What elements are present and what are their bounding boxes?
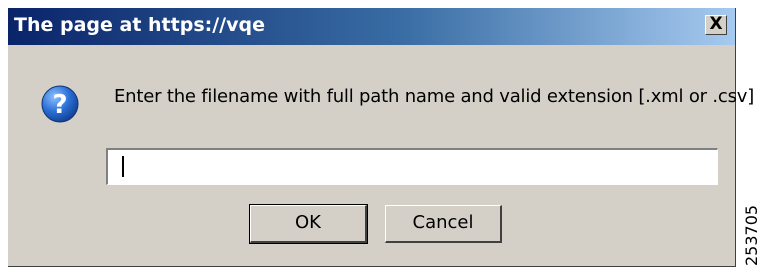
- question-icon: ?: [41, 85, 79, 123]
- close-button[interactable]: X: [705, 15, 727, 35]
- dialog-title: The page at https://vqe: [14, 14, 265, 36]
- filename-input[interactable]: [106, 148, 718, 185]
- ok-button[interactable]: OK: [249, 204, 368, 244]
- figure-number: 253705: [742, 205, 761, 266]
- title-bar[interactable]: The page at https://vqe X: [8, 8, 735, 45]
- cancel-button[interactable]: Cancel: [385, 205, 502, 243]
- close-icon: X: [709, 14, 723, 34]
- text-caret: [122, 156, 124, 177]
- svg-text:?: ?: [52, 90, 67, 120]
- prompt-message: Enter the filename with full path name a…: [114, 86, 755, 107]
- figure-number-text: 253705: [742, 205, 761, 266]
- prompt-dialog: The page at https://vqe X ? Enter the fi…: [8, 8, 754, 267]
